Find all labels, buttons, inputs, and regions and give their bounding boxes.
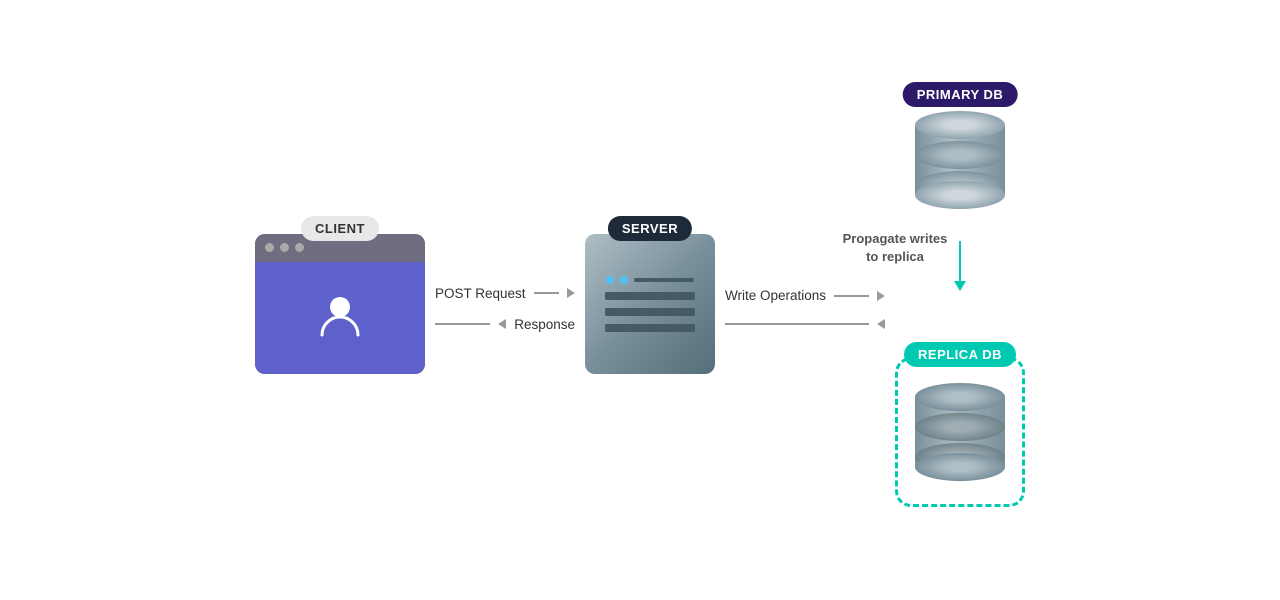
write-ops-label: Write Operations (725, 288, 826, 303)
propagate-label: Propagate writesto replica (843, 231, 948, 264)
server-slot-3 (605, 324, 695, 332)
server-db-arrows: Write Operations (715, 288, 895, 329)
browser-dot-1 (265, 243, 274, 252)
client-browser: CLIENT (255, 234, 425, 374)
server-slot-1 (605, 292, 695, 300)
client-column: CLIENT (255, 234, 425, 374)
replica-db-badge: REPLICA DB (904, 342, 1016, 367)
replica-wrapper: REPLICA DB (895, 357, 1025, 507)
response-label: Response (514, 317, 575, 332)
primary-db-badge: PRIMARY DB (903, 82, 1018, 107)
client-server-arrows: POST Request Response (425, 286, 585, 332)
primary-db-wrapper: PRIMARY DB (910, 100, 1010, 225)
server-led-2 (620, 276, 628, 284)
user-icon (314, 289, 366, 346)
browser-dot-3 (295, 243, 304, 252)
db-response-arrowhead (877, 319, 885, 329)
server-column: SERVER (585, 234, 715, 374)
server-unit (585, 234, 715, 374)
server-led-1 (606, 276, 614, 284)
server-bar-1 (634, 278, 694, 282)
browser-body (255, 262, 425, 374)
replica-db-section: REPLICA DB (895, 357, 1025, 507)
server-box: SERVER (585, 234, 715, 374)
post-request-arrowhead (567, 288, 575, 298)
post-request-label: POST Request (435, 286, 526, 301)
replica-db-svg (910, 372, 1010, 492)
right-section: PRIMARY DB (895, 100, 1025, 507)
db-response-line (725, 323, 869, 325)
write-ops-arrow-row: Write Operations (725, 288, 885, 303)
server-badge: SERVER (608, 216, 692, 241)
post-request-line (534, 292, 559, 294)
write-ops-line (834, 295, 869, 297)
diagram-container: CLIENT P (0, 0, 1280, 600)
response-arrow-row: Response (435, 317, 575, 332)
response-line (435, 323, 490, 325)
post-request-arrow-row: POST Request (435, 286, 575, 301)
db-response-arrow-row (725, 319, 885, 329)
propagate-arrowhead (954, 281, 966, 291)
client-badge: CLIENT (301, 216, 379, 241)
primary-db-svg (910, 100, 1010, 220)
response-arrowhead (498, 319, 506, 329)
server-lights (606, 276, 694, 284)
propagate-container: Propagate writesto replica (954, 235, 966, 297)
write-ops-arrowhead (877, 291, 885, 301)
main-row: CLIENT P (255, 100, 1025, 507)
browser-dot-2 (280, 243, 289, 252)
server-slot-2 (605, 308, 695, 316)
